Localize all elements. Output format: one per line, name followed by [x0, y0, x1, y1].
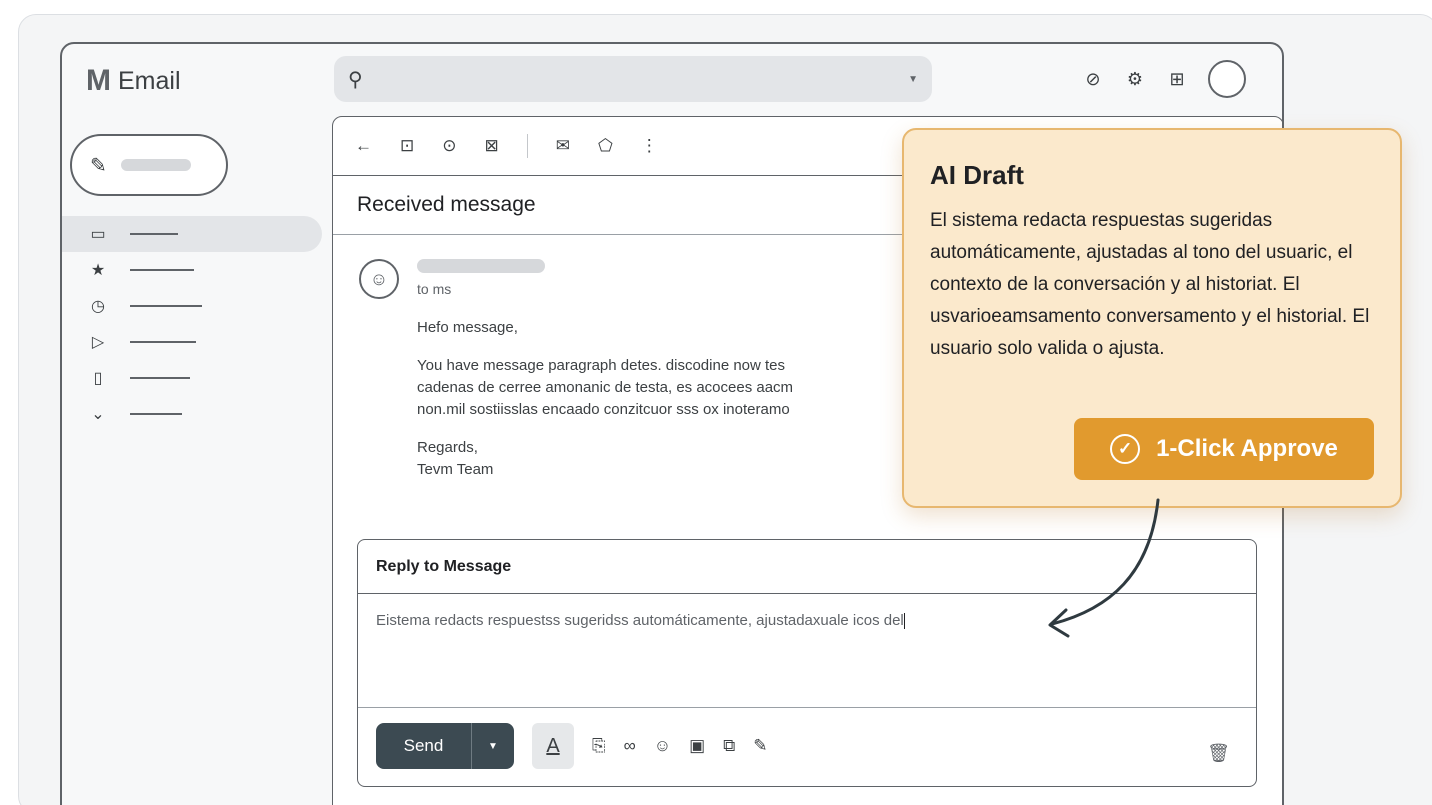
attach-icon[interactable]: ⎘	[592, 736, 606, 756]
send-group: Send ▼	[376, 723, 514, 769]
message-subject: Received message	[357, 193, 536, 216]
draft-text: Eistema redacts respuestss sugeridss aut…	[376, 612, 904, 629]
delete-icon[interactable]: ⊠	[485, 136, 499, 156]
send-options-icon[interactable]: ▼	[472, 723, 514, 769]
search-icon[interactable]: ⚲	[348, 67, 363, 92]
link-icon[interactable]: ∞	[624, 736, 636, 756]
header-actions: ⊘ ⚙ ⊞	[1082, 60, 1246, 98]
avatar[interactable]	[1208, 60, 1246, 98]
image-icon[interactable]: ▣	[689, 736, 705, 756]
signoff: Regards,	[417, 439, 478, 456]
toolbar-divider	[526, 134, 528, 158]
recipient-line[interactable]: to ms	[417, 281, 451, 297]
pencil-icon: ✎	[90, 154, 107, 177]
inbox-icon: ▭	[90, 226, 106, 243]
greeting: Hefo message,	[417, 319, 518, 336]
sidebar-item-label	[130, 233, 178, 235]
sidebar-item-label	[130, 305, 202, 307]
signature-pen-icon[interactable]: ✎	[753, 736, 767, 756]
search-input[interactable]	[372, 70, 909, 88]
sidebar-item-more[interactable]: ⌄	[62, 396, 322, 432]
sidebar-item-label	[130, 377, 190, 379]
mark-unread-icon[interactable]: ✉	[556, 136, 570, 156]
chevron-down-icon: ⌄	[91, 406, 105, 423]
ai-card-title: AI Draft	[930, 160, 1024, 190]
text-format-icon[interactable]: A	[532, 723, 574, 769]
compose-label-placeholder	[120, 159, 191, 171]
ai-draft-card: AI Draft El sistema redacta respuestas s…	[902, 128, 1402, 508]
sender-avatar-icon[interactable]: ☺	[359, 259, 399, 299]
app-logo[interactable]: M Email	[86, 64, 181, 98]
more-vert-icon[interactable]: ⋮	[641, 136, 658, 156]
sidebar-item-drafts[interactable]: ▯	[62, 360, 322, 396]
sender-name-placeholder	[417, 259, 545, 273]
document-icon: ▯	[93, 370, 103, 387]
approve-button-label: 1-Click Approve	[1156, 435, 1338, 462]
report-spam-icon[interactable]: ⊙	[442, 136, 456, 156]
drive-icon[interactable]: ⧉	[723, 736, 735, 756]
signature-block: Regards, Tevm Team	[417, 437, 917, 481]
settings-icon[interactable]: ⚙	[1124, 69, 1146, 90]
compose-button[interactable]: ✎	[70, 134, 228, 196]
star-icon: ★	[90, 262, 106, 279]
paragraph-line: non.mil sostiisslas encaado conzitcuor s…	[417, 401, 790, 418]
mail-logo-icon: M	[86, 64, 111, 97]
emoji-icon[interactable]: ☺	[654, 736, 671, 756]
reply-toolbar: Send ▼ A ⎘ ∞ ☺ ▣ ⧉ ✎	[358, 708, 1256, 784]
clock-icon: ◷	[91, 298, 105, 315]
trash-icon[interactable]: 🗑	[1207, 743, 1230, 764]
help-icon[interactable]: ⊘	[1082, 69, 1104, 90]
message-body: Hefo message, You have message paragraph…	[417, 317, 917, 497]
sidebar-item-label	[130, 269, 194, 271]
sidebar-nav: ▭ ★ ◷ ▷ ▯ ⌄	[62, 216, 322, 432]
back-arrow-icon[interactable]: ←	[355, 136, 372, 156]
text-cursor	[903, 613, 905, 630]
sidebar-item-snoozed[interactable]: ◷	[62, 288, 322, 324]
send-icon: ▷	[91, 334, 105, 351]
sidebar-item-starred[interactable]: ★	[62, 252, 322, 288]
sidebar-item-inbox[interactable]: ▭	[62, 216, 322, 252]
sidebar-item-sent[interactable]: ▷	[62, 324, 322, 360]
sidebar-item-label	[130, 413, 182, 415]
pointer-arrow	[1048, 498, 1160, 638]
ai-card-description: El sistema redacta respuestas sugeridas …	[930, 210, 1370, 359]
apps-icon[interactable]: ⊞	[1166, 69, 1188, 90]
chevron-down-icon[interactable]: ▼	[908, 74, 918, 85]
label-icon[interactable]: ⬠	[598, 136, 613, 156]
signature: Tevm Team	[417, 461, 494, 478]
search-bar[interactable]: ⚲ ▼	[334, 56, 932, 102]
paragraph-line: You have message paragraph detes. discod…	[417, 357, 786, 374]
sidebar-item-label	[130, 341, 196, 343]
archive-icon[interactable]: ⊡	[400, 136, 414, 156]
app-title: Email	[118, 66, 181, 95]
approve-button[interactable]: ✓ 1-Click Approve	[1074, 418, 1374, 480]
paragraph-line: cadenas de cerree amonanic de testa, es …	[417, 379, 794, 396]
message-paragraph: You have message paragraph detes. discod…	[417, 355, 917, 421]
check-circle-icon: ✓	[1110, 434, 1141, 464]
send-button[interactable]: Send	[376, 723, 472, 769]
